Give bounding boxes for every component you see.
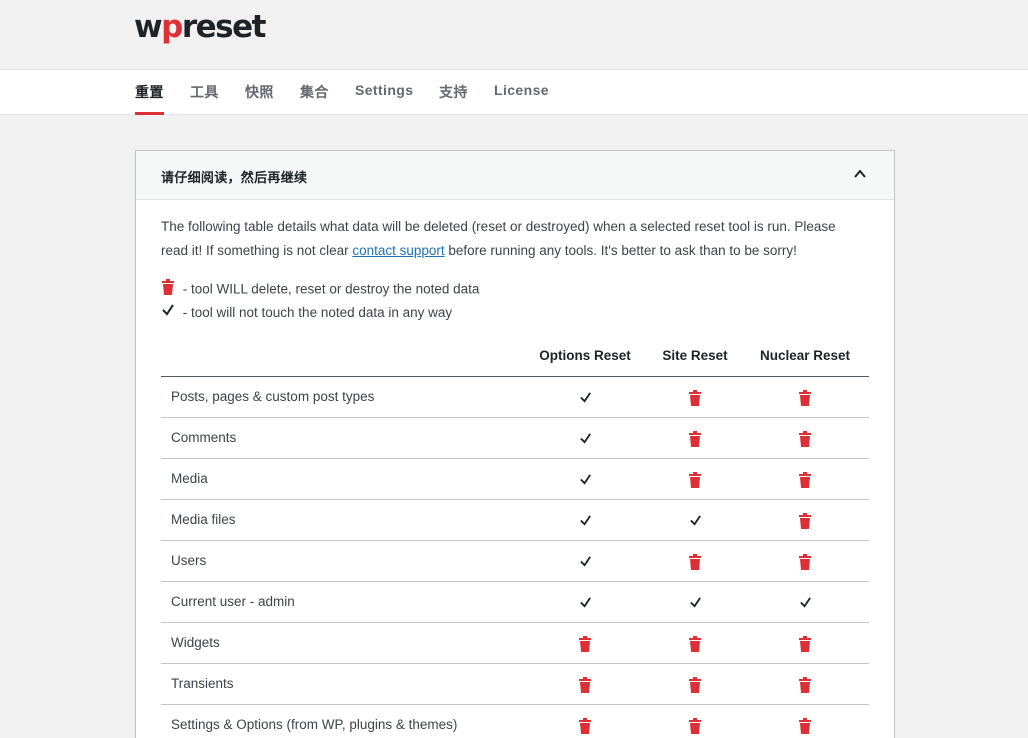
check-icon: [530, 594, 640, 611]
table-row: Posts, pages & custom post types: [161, 377, 869, 418]
legend-keep-text: - tool will not touch the noted data in …: [179, 305, 453, 320]
check-icon: [750, 594, 860, 611]
tab-license[interactable]: License: [494, 82, 549, 115]
trash-icon: [530, 717, 640, 734]
col-nuclear-reset: Nuclear Reset: [759, 348, 851, 363]
check-icon: [530, 471, 640, 488]
read-before-card: 请仔细阅读，然后再继续 The following table details …: [135, 150, 895, 738]
check-icon: [640, 594, 750, 611]
check-icon: [530, 553, 640, 570]
row-label: Settings & Options (from WP, plugins & t…: [171, 717, 458, 732]
table-row: Media files: [161, 500, 869, 541]
trash-icon: [750, 717, 860, 734]
row-label: Media files: [171, 512, 236, 527]
main-nav: 重置 工具 快照 集合 Settings 支持 License: [0, 70, 1028, 115]
trash-icon: [750, 430, 860, 447]
check-icon: [161, 303, 179, 323]
tab-collections[interactable]: 集合: [300, 82, 329, 115]
table-row: Widgets: [161, 623, 869, 664]
card-title: 请仔细阅读，然后再继续: [161, 170, 308, 185]
trash-icon: [640, 389, 750, 406]
trash-icon: [750, 553, 860, 570]
table-row: Settings & Options (from WP, plugins & t…: [161, 705, 869, 738]
table-row: Media: [161, 459, 869, 500]
logo-mark: p: [161, 9, 183, 45]
wpreset-logo[interactable]: wpreset: [134, 9, 267, 45]
legend-delete: - tool WILL delete, reset or destroy the…: [161, 279, 479, 299]
trash-icon: [640, 676, 750, 693]
trash-icon: [640, 430, 750, 447]
trash-icon: [640, 471, 750, 488]
logo-text-prefix: w: [134, 9, 163, 45]
trash-icon: [530, 676, 640, 693]
row-label: Users: [171, 553, 207, 568]
intro-text-end: before running any tools. It's better to…: [444, 243, 797, 258]
col-site-reset: Site Reset: [662, 348, 728, 363]
intro-text: The following table details what data wi…: [161, 215, 866, 263]
trash-icon: [161, 279, 179, 301]
trash-icon: [640, 635, 750, 652]
trash-icon: [530, 635, 640, 652]
check-icon: [530, 512, 640, 529]
tab-snapshots[interactable]: 快照: [245, 82, 274, 115]
tab-settings[interactable]: Settings: [355, 82, 413, 115]
tab-tools[interactable]: 工具: [190, 82, 219, 115]
legend-delete-text: - tool WILL delete, reset or destroy the…: [179, 281, 480, 297]
row-label: Widgets: [171, 635, 220, 650]
chevron-up-icon[interactable]: [853, 167, 867, 181]
trash-icon: [750, 676, 860, 693]
trash-icon: [750, 635, 860, 652]
trash-icon: [640, 553, 750, 570]
trash-icon: [750, 389, 860, 406]
trash-icon: [750, 512, 860, 529]
row-label: Transients: [171, 676, 234, 691]
tab-reset[interactable]: 重置: [135, 82, 164, 115]
col-options-reset: Options Reset: [539, 348, 631, 363]
logo-text-suffix: reset: [181, 9, 267, 45]
trash-icon: [640, 717, 750, 734]
legend-keep: - tool will not touch the noted data in …: [161, 303, 452, 323]
tab-support[interactable]: 支持: [439, 82, 468, 115]
row-label: Current user - admin: [171, 594, 295, 609]
app-header: wpreset: [0, 0, 1028, 70]
table-row: Users: [161, 541, 869, 582]
table-row: Current user - admin: [161, 582, 869, 623]
card-header[interactable]: 请仔细阅读，然后再继续: [136, 151, 894, 200]
check-icon: [530, 430, 640, 447]
check-icon: [530, 389, 640, 406]
table-row: Comments: [161, 418, 869, 459]
row-label: Posts, pages & custom post types: [171, 389, 375, 404]
trash-icon: [750, 471, 860, 488]
row-label: Comments: [171, 430, 237, 445]
row-label: Media: [171, 471, 208, 486]
check-icon: [640, 512, 750, 529]
table-row: Transients: [161, 664, 869, 705]
contact-support-link[interactable]: contact support: [352, 243, 444, 258]
